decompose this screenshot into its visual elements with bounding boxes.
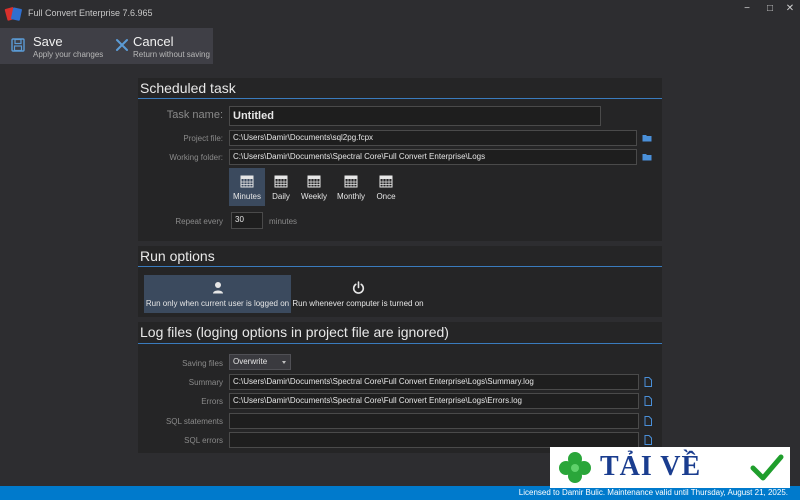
schedule-daily-button[interactable]: Daily	[265, 168, 297, 206]
cancel-label: Cancel	[133, 34, 174, 49]
save-label: Save	[33, 34, 63, 49]
calendar-icon	[344, 175, 358, 188]
save-icon	[11, 38, 25, 52]
saving-files-value: Overwrite	[233, 357, 268, 366]
schedule-daily-label: Daily	[272, 192, 290, 201]
sql-errors-label: SQL errors	[184, 436, 223, 445]
folder-open-icon[interactable]	[642, 152, 652, 162]
saving-files-dropdown[interactable]: Overwrite	[229, 354, 291, 370]
title-bar: Full Convert Enterprise 7.6.965 − □ ✕	[0, 0, 800, 28]
toolbar: Save Apply your changes Cancel Return wi…	[0, 28, 213, 64]
run-options-heading: Run options	[140, 248, 215, 264]
power-icon	[352, 281, 365, 294]
saving-files-label: Saving files	[182, 359, 223, 368]
heading-divider	[138, 98, 662, 99]
maximize-button[interactable]: □	[759, 2, 781, 16]
clover-icon	[559, 452, 591, 483]
heading-divider	[138, 343, 662, 344]
schedule-monthly-label: Monthly	[336, 192, 365, 201]
errors-log-label: Errors	[201, 397, 223, 406]
schedule-monthly-button[interactable]: Monthly	[331, 168, 371, 206]
run-when-logged-on-option[interactable]: Run only when current user is logged on	[144, 275, 291, 313]
folder-open-icon[interactable]	[642, 133, 652, 143]
sql-statements-input[interactable]	[229, 413, 639, 429]
watermark-overlay: TẢI VỀ	[550, 447, 790, 488]
save-sublabel: Apply your changes	[33, 50, 104, 59]
schedule-type-selector: Minutes Daily Weekly Monthly Once	[229, 168, 399, 206]
repeat-every-label: Repeat every	[175, 217, 223, 226]
sql-errors-input[interactable]	[229, 432, 639, 448]
save-button[interactable]: Save Apply your changes	[0, 28, 104, 64]
file-icon[interactable]	[643, 396, 653, 406]
calendar-icon	[379, 175, 393, 188]
calendar-icon	[274, 175, 288, 188]
file-icon[interactable]	[643, 435, 653, 445]
scheduled-task-heading: Scheduled task	[140, 80, 236, 96]
watermark-text: TẢI VỀ	[600, 451, 702, 482]
schedule-once-button[interactable]: Once	[371, 168, 401, 206]
repeat-interval-input[interactable]: 30	[231, 212, 263, 229]
minimize-button[interactable]: −	[736, 2, 758, 16]
run-when-computer-on-label: Run whenever computer is turned on	[292, 299, 424, 308]
file-icon[interactable]	[643, 377, 653, 387]
file-icon[interactable]	[643, 416, 653, 426]
user-icon	[213, 282, 223, 294]
run-options-panel: Run options Run only when current user i…	[138, 246, 662, 317]
calendar-icon	[240, 175, 254, 188]
log-files-panel: Log files (loging options in project fil…	[138, 322, 662, 453]
close-icon	[116, 39, 128, 51]
run-when-logged-on-label: Run only when current user is logged on	[145, 299, 290, 308]
calendar-icon	[307, 175, 321, 188]
checkmark-icon	[750, 454, 784, 481]
window-title: Full Convert Enterprise 7.6.965	[28, 8, 153, 18]
sql-statements-label: SQL statements	[165, 417, 223, 426]
repeat-unit-label: minutes	[269, 217, 298, 226]
scheduled-task-panel: Scheduled task Task name: Untitled Proje…	[138, 78, 662, 241]
cancel-button[interactable]: Cancel Return without saving	[104, 28, 213, 64]
license-status: Licensed to Damir Bulic. Maintenance val…	[518, 488, 788, 497]
schedule-once-label: Once	[376, 192, 396, 201]
app-logo-icon	[4, 7, 22, 21]
task-name-input[interactable]: Untitled	[229, 106, 601, 126]
run-when-computer-on-option[interactable]: Run whenever computer is turned on	[292, 275, 424, 313]
working-folder-input[interactable]: C:\Users\Damir\Documents\Spectral Core\F…	[229, 149, 637, 165]
summary-log-input[interactable]: C:\Users\Damir\Documents\Spectral Core\F…	[229, 374, 639, 390]
close-window-button[interactable]: ✕	[779, 2, 800, 16]
schedule-weekly-button[interactable]: Weekly	[297, 168, 331, 206]
log-files-heading: Log files (loging options in project fil…	[140, 324, 449, 340]
chevron-down-icon	[282, 361, 286, 364]
project-file-input[interactable]: C:\Users\Damir\Documents\sql2pg.fcpx	[229, 130, 637, 146]
heading-divider	[138, 266, 662, 267]
errors-log-input[interactable]: C:\Users\Damir\Documents\Spectral Core\F…	[229, 393, 639, 409]
status-bar: Licensed to Damir Bulic. Maintenance val…	[0, 486, 800, 500]
working-folder-label: Working folder:	[169, 153, 223, 162]
project-file-label: Project file:	[183, 134, 223, 143]
task-name-label: Task name:	[166, 109, 223, 121]
schedule-minutes-button[interactable]: Minutes	[229, 168, 265, 206]
cancel-sublabel: Return without saving	[133, 50, 210, 59]
schedule-minutes-label: Minutes	[232, 192, 261, 201]
schedule-weekly-label: Weekly	[300, 192, 328, 201]
summary-log-label: Summary	[188, 378, 223, 387]
